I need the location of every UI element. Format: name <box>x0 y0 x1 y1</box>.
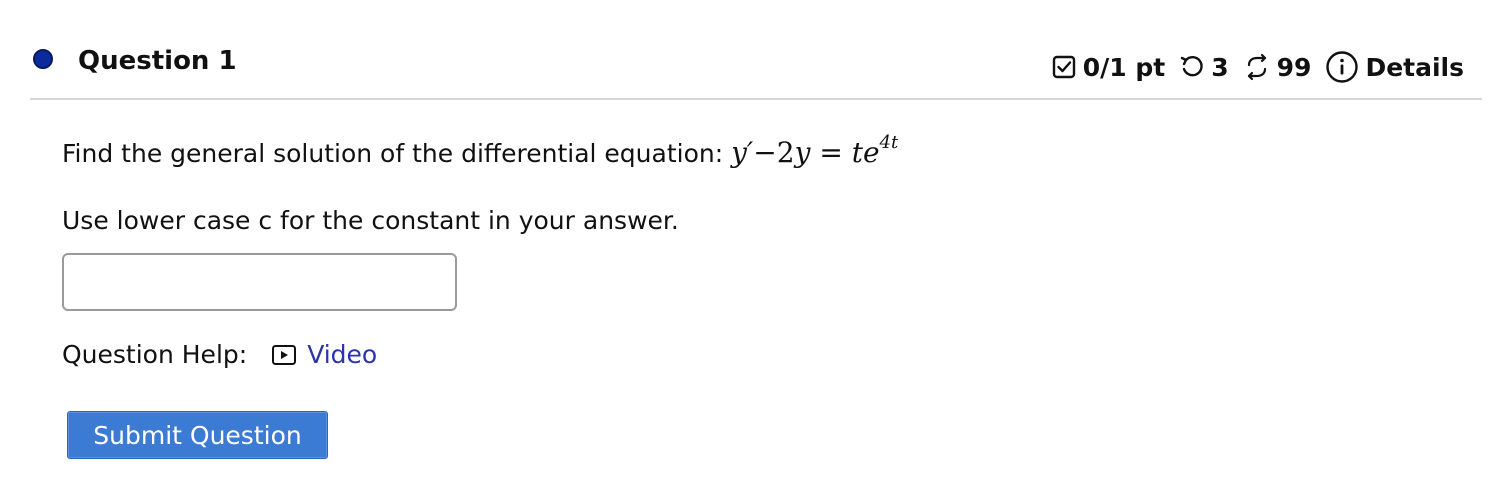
eq-exponent: 4t <box>879 132 899 153</box>
score-text: 0/1 pt <box>1082 52 1166 82</box>
eq-minus: − <box>753 136 777 169</box>
eq-coef: 2 <box>776 136 795 169</box>
eq-y2: y <box>794 136 811 169</box>
details-link[interactable]: Details <box>1365 53 1464 82</box>
eq-equals: = <box>819 136 843 169</box>
question-header: Question 1 0/1 pt 3 99 Details <box>30 40 1482 100</box>
prompt-text: Find the general solution of the differe… <box>62 139 732 168</box>
constant-hint: Use lower case c for the constant in you… <box>62 206 679 235</box>
attempts-icon <box>1243 53 1271 81</box>
retries-count: 3 <box>1211 52 1229 82</box>
eq-y: y <box>731 136 747 169</box>
video-link[interactable]: Video <box>271 340 377 369</box>
attempts-count: 99 <box>1276 52 1312 82</box>
submit-question-button[interactable]: Submit Question <box>67 411 328 459</box>
answer-input[interactable] <box>62 253 457 311</box>
retry-icon <box>1179 54 1205 80</box>
info-icon[interactable] <box>1325 50 1359 84</box>
checkbox-icon <box>1051 54 1077 80</box>
eq-rhs: te <box>851 136 880 169</box>
video-label: Video <box>307 340 378 369</box>
status-dot <box>33 49 53 69</box>
question-help: Question Help: Video <box>62 340 377 369</box>
equation: y′−2y = te4t <box>731 132 898 169</box>
question-title: Question 1 <box>78 46 237 76</box>
question-meta: 0/1 pt 3 99 Details <box>1051 50 1464 84</box>
question-prompt: Find the general solution of the differe… <box>62 132 898 169</box>
help-label: Question Help: <box>62 340 248 369</box>
video-icon <box>272 344 297 365</box>
